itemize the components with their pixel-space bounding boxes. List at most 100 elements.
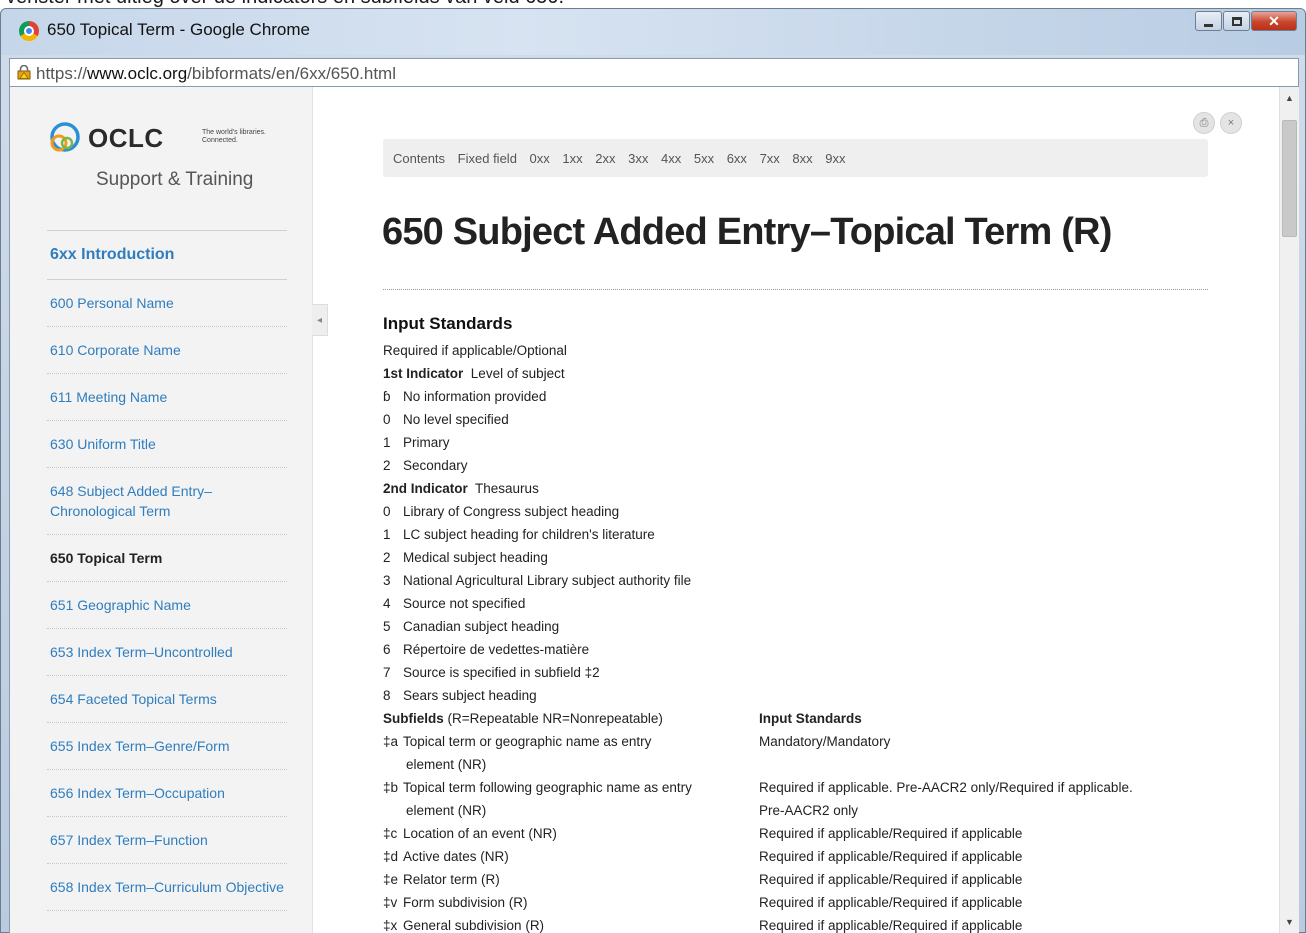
address-bar[interactable]: https://www.oclc.org/bibformats/en/6xx/6… — [9, 58, 1299, 87]
ind2-text: Canadian subject heading — [403, 619, 560, 634]
sidebar-item-610[interactable]: 610 Corporate Name — [47, 327, 287, 374]
close-page-button[interactable]: × — [1220, 112, 1242, 134]
subfield-row: ‡v Form subdivision (R) Required if appli… — [383, 891, 1283, 914]
subfield-desc-line: ‡b Topical term following geographic name… — [383, 776, 759, 799]
ind2-text: National Agricultural Library subject au… — [403, 573, 692, 588]
indicator2-line: 2nd Indicator Thesaurus — [383, 477, 1283, 500]
ind2-text: LC subject heading for children's litera… — [403, 527, 655, 542]
subfields-header-row: Subfields (R=Repeatable NR=Nonrepeatable… — [383, 707, 1283, 730]
nav-link-fixed-field[interactable]: Fixed field — [458, 151, 517, 166]
subfield-text: Form subdivision (R) — [403, 895, 528, 910]
ind2-value: 4 Source not specified — [383, 592, 1283, 615]
ind2-value: 0 Library of Congress subject heading — [383, 500, 1283, 523]
scroll-thumb[interactable] — [1282, 120, 1297, 237]
nav-link-4xx[interactable]: 4xx — [661, 151, 681, 166]
sidebar-item-611[interactable]: 611 Meeting Name — [47, 374, 287, 421]
page-viewport: OCLC The world's libraries. Connected. S… — [9, 87, 1299, 933]
brand-subtitle: Support & Training — [96, 169, 254, 190]
maximize-button[interactable] — [1223, 11, 1250, 31]
url-text[interactable]: https://www.oclc.org/bibformats/en/6xx/6… — [36, 64, 396, 84]
subfield-text-cont: element (NR) — [406, 757, 487, 772]
nav-link-6xx[interactable]: 6xx — [727, 151, 747, 166]
subfield-text: Topical term following geographic name a… — [403, 780, 692, 795]
nav-link-8xx[interactable]: 8xx — [792, 151, 812, 166]
window-title: 650 Topical Term - Google Chrome — [47, 20, 311, 39]
sidebar-item-657[interactable]: 657 Index Term–Function — [47, 817, 287, 864]
subfield-code: ‡v — [383, 895, 398, 910]
nav-link-5xx[interactable]: 5xx — [694, 151, 714, 166]
section-nav: Contents Fixed field 0xx 1xx 2xx 3xx 4xx… — [383, 139, 1208, 177]
subfield-desc: ‡v Form subdivision (R) — [383, 891, 759, 914]
close-icon: ✕ — [1268, 12, 1280, 29]
subfield-standard-text: Required if applicable/Required if appli… — [759, 872, 1023, 887]
sidebar-item-658[interactable]: 658 Index Term–Curriculum Objective — [47, 864, 287, 911]
chrome-logo-icon — [19, 21, 39, 41]
ind2-code: 2 — [383, 550, 391, 565]
ind2-text: Library of Congress subject heading — [403, 504, 620, 519]
sidebar-item-653[interactable]: 653 Index Term–Uncontrolled — [47, 629, 287, 676]
screenshot-caption: venster met uitleg over de indicators en… — [6, 0, 1006, 8]
close-window-button[interactable]: ✕ — [1251, 11, 1297, 31]
subfield-row: ‡x General subdivision (R) Required if ap… — [383, 914, 1283, 933]
sidebar-item-6xx-introduction[interactable]: 6xx Introduction — [47, 230, 287, 280]
subfield-standard: Mandatory/Mandatory — [759, 730, 1209, 776]
sidebar-item-651[interactable]: 651 Geographic Name — [47, 582, 287, 629]
ind2-text: Medical subject heading — [403, 550, 548, 565]
brand-tagline: The world's libraries. Connected. — [202, 129, 266, 144]
minimize-button[interactable] — [1195, 11, 1222, 31]
lock-warning-icon — [17, 65, 31, 80]
subfield-desc: ‡c Location of an event (NR) — [383, 822, 759, 845]
sidebar-item-630[interactable]: 630 Uniform Title — [47, 421, 287, 468]
sidebar-nav: 6xx Introduction 600 Personal Name 610 C… — [47, 230, 287, 911]
subfield-row: ‡b Topical term following geographic name… — [383, 776, 1283, 822]
requirement-text: Required if applicable/Optional — [383, 343, 567, 358]
input-standards-heading: Input Standards — [383, 314, 513, 333]
sidebar-item-655[interactable]: 655 Index Term–Genre/Form — [47, 723, 287, 770]
ind1-text: Secondary — [403, 458, 468, 473]
subfields-label: Subfields — [383, 711, 444, 726]
scroll-up-icon[interactable]: ▲ — [1285, 93, 1294, 103]
page-title: 650 Subject Added Entry–Topical Term (R) — [382, 211, 1112, 253]
ind2-value: 5 Canadian subject heading — [383, 615, 1283, 638]
brand-block[interactable]: OCLC The world's libraries. Connected. S… — [48, 121, 288, 191]
indicator2-label: 2nd Indicator — [383, 481, 468, 496]
sidebar-item-650[interactable]: 650 Topical Term — [47, 535, 287, 582]
ind1-text: No information provided — [403, 389, 547, 404]
subfield-row: ‡d Active dates (NR) Required if applicab… — [383, 845, 1283, 868]
subfield-desc: ‡x General subdivision (R) — [383, 914, 759, 933]
ind2-code: 3 — [383, 573, 391, 588]
ind2-code: 5 — [383, 619, 391, 634]
print-icon: ⎙ — [1199, 116, 1209, 129]
subfield-standard-text: Required if applicable/Required if appli… — [759, 918, 1023, 933]
vertical-scrollbar[interactable]: ▲ ▼ — [1279, 87, 1299, 933]
nav-link-2xx[interactable]: 2xx — [595, 151, 615, 166]
ind2-text: Répertoire de vedettes-matière — [403, 642, 590, 657]
nav-link-1xx[interactable]: 1xx — [562, 151, 582, 166]
sidebar-item-654[interactable]: 654 Faceted Topical Terms — [47, 676, 287, 723]
close-icon: × — [1227, 117, 1235, 129]
ind1-code: 0 — [383, 412, 391, 427]
ind1-code: 2 — [383, 458, 391, 473]
ind1-value: 2 Secondary — [383, 454, 1283, 477]
subfield-standard-text: Required if applicable/Required if appli… — [759, 849, 1023, 864]
subfield-text: Location of an event (NR) — [403, 826, 557, 841]
nav-link-9xx[interactable]: 9xx — [825, 151, 845, 166]
print-button[interactable]: ⎙ — [1193, 112, 1215, 134]
ind2-code: 1 — [383, 527, 391, 542]
sidebar-item-656[interactable]: 656 Index Term–Occupation — [47, 770, 287, 817]
url-path: /bibformats/en/6xx/650.html — [187, 64, 396, 83]
ind2-code: 7 — [383, 665, 391, 680]
nav-link-7xx[interactable]: 7xx — [760, 151, 780, 166]
nav-link-0xx[interactable]: 0xx — [530, 151, 550, 166]
subfields-standards-header: Input Standards — [759, 711, 862, 726]
ind2-value: 6 Répertoire de vedettes-matière — [383, 638, 1283, 661]
subfields-header: Subfields (R=Repeatable NR=Nonrepeatable… — [383, 707, 759, 730]
sidebar-item-648[interactable]: 648 Subject Added Entry–Chronological Te… — [47, 468, 287, 535]
nav-link-contents[interactable]: Contents — [393, 151, 445, 166]
ind2-value: 7 Source is specified in subfield ‡2 — [383, 661, 1283, 684]
brand-name: OCLC — [88, 123, 164, 153]
scroll-down-icon[interactable]: ▼ — [1285, 917, 1294, 927]
subfield-text: Active dates (NR) — [403, 849, 509, 864]
nav-link-3xx[interactable]: 3xx — [628, 151, 648, 166]
sidebar-item-600[interactable]: 600 Personal Name — [47, 280, 287, 327]
